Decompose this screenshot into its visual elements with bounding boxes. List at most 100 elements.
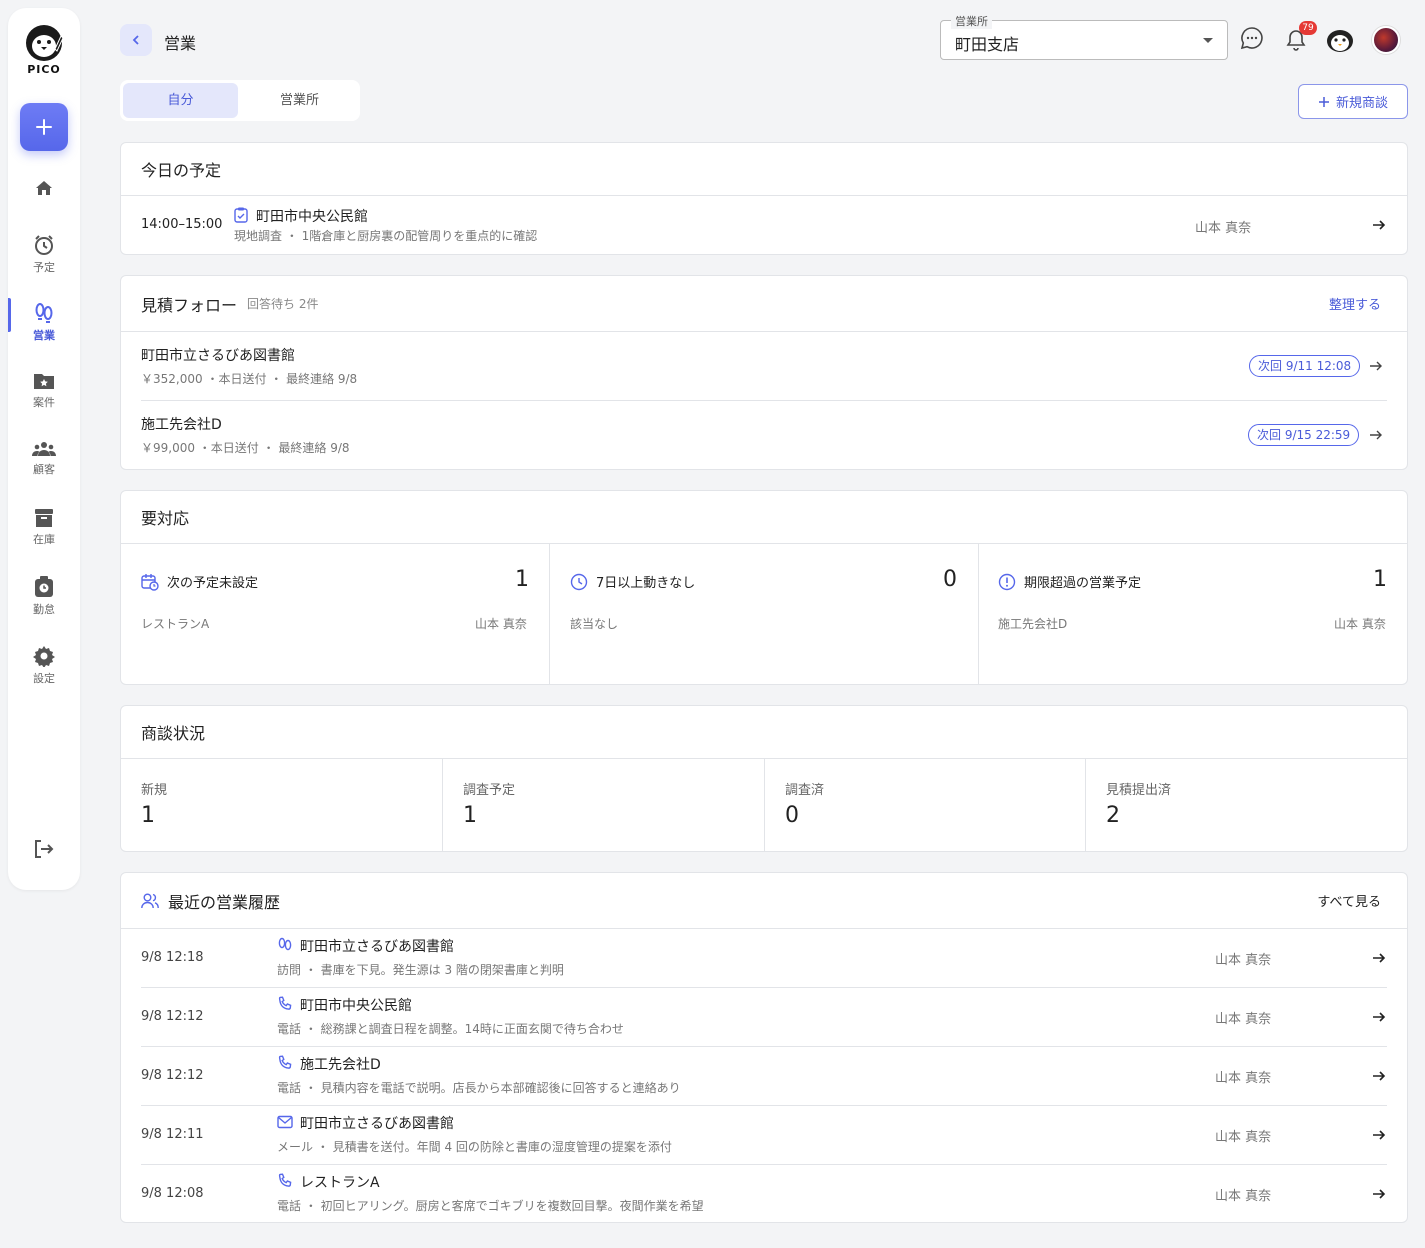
card-title: 最近の営業履歴 bbox=[168, 892, 281, 912]
penguin-icon bbox=[1327, 30, 1353, 52]
estimate-row[interactable]: 町田市立さるびあ図書館 ￥352,000 ・本日送付 ・ 最終連絡 9/8 次回… bbox=[121, 332, 1407, 401]
clock-icon bbox=[570, 573, 588, 590]
estimate-detail: ￥99,000 ・本日送付 ・ 最終連絡 9/8 bbox=[141, 441, 350, 455]
arrow-right-icon[interactable] bbox=[1372, 951, 1386, 965]
user-avatar[interactable] bbox=[1372, 26, 1400, 54]
action-panel-title: 期限超過の営業予定 bbox=[1024, 576, 1142, 591]
notification-badge: 79 bbox=[1299, 21, 1317, 35]
schedule-time: 14:00–15:00 bbox=[141, 217, 223, 232]
stage-label: 新規 bbox=[141, 783, 168, 798]
estimate-detail: ￥352,000 ・本日送付 ・ 最終連絡 9/8 bbox=[141, 372, 358, 386]
history-row[interactable]: 9/8 12:11 町田市立さるびあ図書館メール ・ 見積書を送付。年間 4 回の… bbox=[121, 1106, 1407, 1165]
history-name: 町田市中央公民館 bbox=[300, 998, 412, 1014]
branch-select[interactable]: 営業所 町田支店 bbox=[940, 13, 1228, 60]
panel-divider bbox=[978, 544, 979, 685]
next-date-badge: 次回 9/15 22:59 bbox=[1248, 424, 1360, 446]
sidebar-item-label: 勤怠 bbox=[33, 603, 55, 616]
arrow-right-icon[interactable] bbox=[1372, 218, 1386, 232]
sidebar-item-attendance[interactable]: 勤怠 bbox=[8, 576, 80, 617]
stage-label: 調査済 bbox=[785, 783, 825, 798]
scope-toggle: 自分 営業所 bbox=[120, 80, 360, 121]
history-name: 町田市立さるびあ図書館 bbox=[300, 1116, 454, 1132]
arrow-right-icon[interactable] bbox=[1369, 359, 1383, 373]
chat-button[interactable] bbox=[1240, 26, 1264, 54]
phone-icon bbox=[278, 1173, 292, 1187]
stage-divider bbox=[764, 759, 765, 852]
action-panel-item: 施工先会社D bbox=[998, 617, 1068, 631]
back-button[interactable] bbox=[120, 24, 152, 56]
history-row[interactable]: 9/8 12:18 町田市立さるびあ図書館 訪問 ・ 書庫を下見。発生源は 3 階の… bbox=[121, 929, 1407, 988]
organize-link[interactable]: 整理する bbox=[1329, 294, 1381, 313]
history-type-icon-wrap bbox=[277, 996, 293, 1016]
footprints-icon bbox=[35, 303, 53, 323]
schedule-row[interactable]: 14:00–15:00 町田市中央公民館 現地調査 ・ 1階倉庫と厨房裏の配管周… bbox=[121, 196, 1407, 254]
card-header: 見積フォロー 回答待ち 2件 整理する bbox=[121, 276, 1407, 332]
history-time: 9/8 12:08 bbox=[141, 1186, 204, 1201]
branch-select-label: 営業所 bbox=[951, 13, 992, 29]
history-detail: 電話 ・ 見積内容を電話で説明。店長から本部確認後に回答すると連絡あり bbox=[277, 1081, 681, 1095]
home-icon bbox=[36, 181, 52, 195]
toggle-mine[interactable]: 自分 bbox=[123, 83, 238, 118]
history-row[interactable]: 9/8 12:12 施工先会社D 電話 ・ 見積内容を電話で説明。店長から本部確認後… bbox=[121, 1047, 1407, 1106]
chat-bubble-icon bbox=[1240, 27, 1263, 50]
logout-icon bbox=[35, 840, 54, 858]
history-detail: 訪問 ・ 書庫を下見。発生源は 3 階の閉架書庫と判明 bbox=[277, 963, 564, 977]
card-title: 見積フォロー bbox=[141, 295, 238, 315]
users-icon bbox=[141, 893, 159, 908]
pico-logo[interactable]: PICO bbox=[8, 24, 80, 76]
history-row[interactable]: 9/8 12:12 町田市中央公民館 電話 ・ 総務課と調査日程を調整。14時に正面… bbox=[121, 988, 1407, 1047]
action-panel-item: 該当なし bbox=[570, 617, 619, 631]
arrow-right-icon[interactable] bbox=[1372, 1010, 1386, 1024]
sidebar-item-customers[interactable]: 顧客 bbox=[8, 440, 80, 477]
estimate-row[interactable]: 施工先会社D ￥99,000 ・本日送付 ・ 最終連絡 9/8 次回 9/15 … bbox=[121, 401, 1407, 470]
history-type-icon-wrap bbox=[277, 1114, 293, 1133]
card-title: 今日の予定 bbox=[141, 161, 222, 180]
new-deal-button[interactable]: 新規商談 bbox=[1298, 84, 1408, 119]
sidebar-item-label: 設定 bbox=[33, 672, 55, 685]
arrow-right-icon[interactable] bbox=[1372, 1187, 1386, 1201]
history-detail: メール ・ 見積書を送付。年間 4 回の防除と書庫の湿度管理の提案を添付 bbox=[277, 1140, 672, 1154]
next-date-badge: 次回 9/11 12:08 bbox=[1249, 355, 1361, 377]
sidebar-item-inventory[interactable]: 在庫 bbox=[8, 508, 80, 547]
plus-icon bbox=[1318, 96, 1329, 107]
page-title: 営業 bbox=[164, 34, 197, 53]
see-all-link[interactable]: すべて見る bbox=[1317, 891, 1381, 910]
history-time: 9/8 12:11 bbox=[141, 1127, 204, 1142]
penguin-logo-icon bbox=[26, 25, 64, 61]
sidebar-item-label: 案件 bbox=[33, 396, 55, 409]
sidebar-item-home[interactable] bbox=[8, 178, 80, 198]
stage-label: 調査予定 bbox=[463, 783, 516, 798]
logout-button[interactable] bbox=[32, 838, 54, 864]
arrow-right-icon[interactable] bbox=[1372, 1128, 1386, 1142]
caret-down-icon bbox=[1203, 38, 1213, 43]
stage-count: 2 bbox=[1106, 803, 1120, 828]
mail-icon bbox=[277, 1115, 293, 1129]
estimate-name: 町田市立さるびあ図書館 bbox=[141, 348, 295, 364]
card-header: 最近の営業履歴 すべて見る bbox=[121, 873, 1407, 929]
history-time: 9/8 12:18 bbox=[141, 950, 204, 965]
sidebar-item-sales[interactable]: 営業 bbox=[8, 302, 80, 343]
sidebar-item-projects[interactable]: 案件 bbox=[8, 371, 80, 410]
stage-count: 1 bbox=[463, 803, 477, 828]
alert-circle-icon bbox=[998, 573, 1016, 590]
sidebar-item-settings[interactable]: 設定 bbox=[8, 645, 80, 686]
toggle-office[interactable]: 営業所 bbox=[242, 83, 357, 118]
history-time: 9/8 12:12 bbox=[141, 1009, 204, 1024]
create-button[interactable] bbox=[20, 103, 68, 151]
action-panel-person: 山本 真奈 bbox=[1334, 617, 1386, 631]
history-person: 山本 真奈 bbox=[1215, 953, 1272, 968]
schedule-place: 町田市中央公民館 bbox=[256, 209, 368, 225]
phone-icon bbox=[278, 996, 292, 1010]
panel-divider bbox=[549, 544, 550, 685]
card-header: 要対応 bbox=[121, 491, 1407, 544]
history-row[interactable]: 9/8 12:08 レストランA 電話 ・ 初回ヒアリング。厨房と客席でゴキブリを複… bbox=[121, 1165, 1407, 1224]
sidebar-item-schedule[interactable]: 予定 bbox=[8, 234, 80, 275]
stage-label: 見積提出済 bbox=[1106, 783, 1172, 798]
stage-count: 0 bbox=[785, 803, 799, 828]
action-panel-item: レストランA bbox=[141, 617, 210, 631]
calendar-clock-icon bbox=[141, 573, 159, 591]
arrow-right-icon[interactable] bbox=[1372, 1069, 1386, 1083]
penguin-avatar[interactable] bbox=[1326, 26, 1354, 54]
arrow-right-icon[interactable] bbox=[1369, 428, 1383, 442]
action-panel-count: 1 bbox=[1373, 567, 1387, 592]
